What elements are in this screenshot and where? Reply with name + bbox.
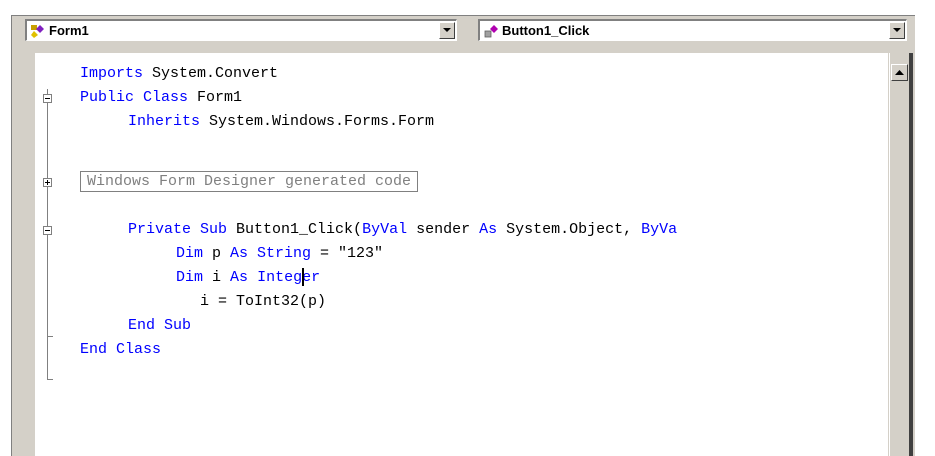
collapsed-region[interactable]: Windows Form Designer generated code (80, 171, 419, 192)
class-name-dropdown[interactable]: Form1 (25, 19, 457, 41)
collapse-sub-icon[interactable] (43, 226, 52, 235)
code-line: i = ToInt32(p) (200, 293, 327, 310)
class-icon (31, 25, 44, 38)
text-caret (302, 268, 304, 286)
scroll-up-arrow-icon (895, 70, 904, 75)
vertical-scrollbar[interactable] (889, 53, 910, 456)
code-editor[interactable]: Imports System.Convert Public Class Form… (25, 53, 888, 456)
scroll-up-button[interactable] (891, 64, 908, 81)
class-dropdown-arrow-icon[interactable] (439, 22, 455, 39)
code-editor-window: Form1 Button1_Click Imports System.Conve… (11, 15, 915, 456)
code-line: Inherits System.Windows.Forms.Form (128, 113, 435, 130)
code-line: Private Sub Button1_Click(ByVal sender A… (128, 221, 678, 238)
method-name-value: Button1_Click (502, 23, 590, 38)
class-name-value: Form1 (49, 23, 89, 38)
code-line: End Sub (128, 317, 192, 334)
outline-end-tick (47, 379, 53, 380)
code-line: Imports System.Convert (80, 65, 279, 82)
editor-margin (25, 53, 35, 456)
collapse-class-icon[interactable] (43, 94, 52, 103)
method-dropdown-arrow-icon[interactable] (889, 22, 905, 39)
window-edge (909, 53, 913, 456)
code-line: End Class (80, 341, 162, 358)
method-icon (484, 25, 498, 38)
code-line: Public Class Form1 (80, 89, 243, 106)
code-line: Dim p As String = "123" (176, 245, 384, 262)
outline-end-tick (47, 336, 53, 337)
method-name-dropdown[interactable]: Button1_Click (478, 19, 907, 41)
code-line: Dim i As Integer (176, 269, 321, 286)
expand-region-icon[interactable] (43, 178, 52, 187)
